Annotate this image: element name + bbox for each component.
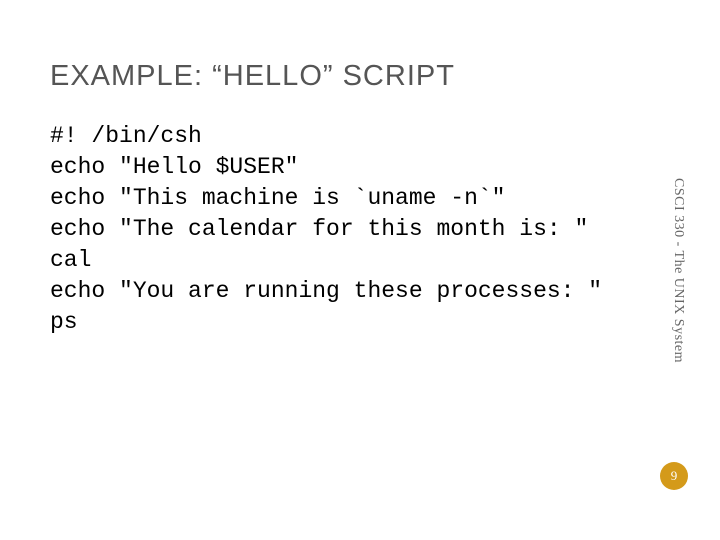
course-label: CSCI 330 - The UNIX System [670, 178, 686, 363]
code-block: #! /bin/csh echo "Hello $USER" echo "Thi… [50, 121, 670, 338]
page-number-badge: 9 [660, 462, 688, 490]
slide: EXAMPLE: “HELLO” SCRIPT #! /bin/csh echo… [0, 0, 720, 540]
slide-title: EXAMPLE: “HELLO” SCRIPT [50, 60, 670, 93]
page-number: 9 [671, 468, 678, 484]
